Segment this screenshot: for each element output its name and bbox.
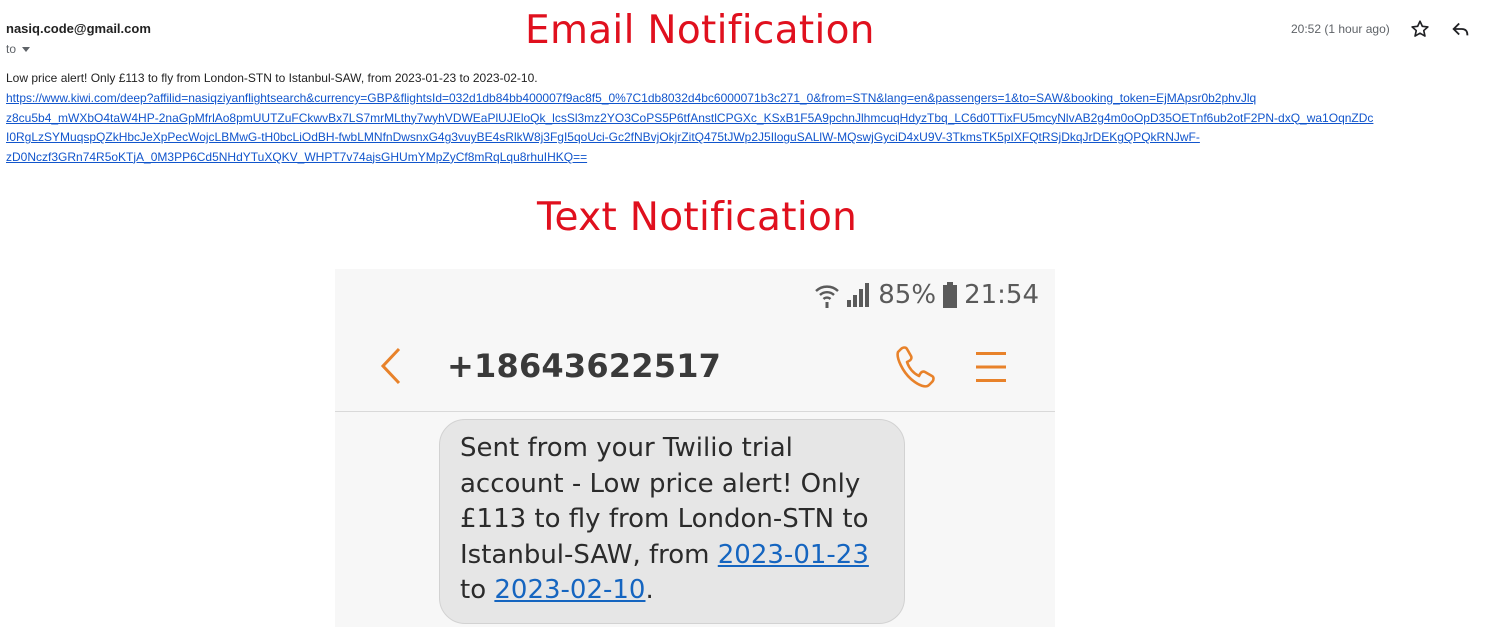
message-text-mid: to bbox=[460, 575, 495, 605]
reply-icon bbox=[1452, 22, 1469, 36]
to-label: to bbox=[6, 42, 17, 56]
menu-icon bbox=[976, 352, 1006, 382]
status-time: 21:54 bbox=[964, 280, 1039, 310]
date-to-link[interactable]: 2023-02-10 bbox=[494, 575, 645, 605]
signal-icon bbox=[847, 283, 870, 307]
email-body-text: Low price alert! Only £113 to fly from L… bbox=[6, 71, 538, 85]
link-line[interactable]: z8cu5b4_mWXbO4taW4HP-2naGpMfrlAo8pmUUTZu… bbox=[6, 109, 1486, 129]
sms-screen: 85% 21:54 +18643622517 Sent from your Tw… bbox=[335, 269, 1055, 627]
date-from-link[interactable]: 2023-01-23 bbox=[718, 540, 869, 570]
battery-icon bbox=[943, 282, 958, 308]
message-bubble[interactable]: Sent from your Twilio trial account - Lo… bbox=[439, 419, 905, 624]
recipients-toggle[interactable]: to bbox=[6, 42, 31, 56]
battery-percent: 85% bbox=[878, 280, 937, 310]
star-button[interactable] bbox=[1409, 18, 1431, 40]
text-notification-heading: Text Notification bbox=[537, 195, 858, 240]
booking-link[interactable]: https://www.kiwi.com/deep?affilid=nasiqz… bbox=[6, 89, 1486, 167]
link-line[interactable]: https://www.kiwi.com/deep?affilid=nasiqz… bbox=[6, 89, 1486, 109]
back-arrow-icon bbox=[380, 347, 401, 385]
email-timestamp: 20:52 (1 hour ago) bbox=[1291, 22, 1390, 36]
link-line[interactable]: zD0Nczf3GRn74R5oKTjA_0M3PP6Cd5NHdYTuXQKV… bbox=[6, 148, 1486, 168]
link-line[interactable]: I0RgLzSYMuqspQZkHbcJeXpPecWojcLBMwG-tH0b… bbox=[6, 128, 1486, 148]
conversation-header: +18643622517 bbox=[335, 319, 1055, 412]
star-icon bbox=[1411, 20, 1429, 37]
back-button[interactable] bbox=[375, 343, 405, 389]
chevron-down-icon bbox=[22, 46, 31, 52]
reply-button[interactable] bbox=[1450, 18, 1472, 40]
contact-number: +18643622517 bbox=[447, 347, 722, 385]
status-bar: 85% 21:54 bbox=[814, 277, 1039, 313]
wifi-icon bbox=[815, 285, 840, 308]
phone-icon bbox=[896, 346, 935, 388]
email-notification-heading: Email Notification bbox=[525, 8, 875, 53]
menu-button[interactable] bbox=[971, 347, 1011, 387]
email-sender[interactable]: nasiq.code@gmail.com bbox=[6, 21, 151, 36]
call-button[interactable] bbox=[893, 343, 935, 389]
message-text-end: . bbox=[645, 575, 654, 605]
